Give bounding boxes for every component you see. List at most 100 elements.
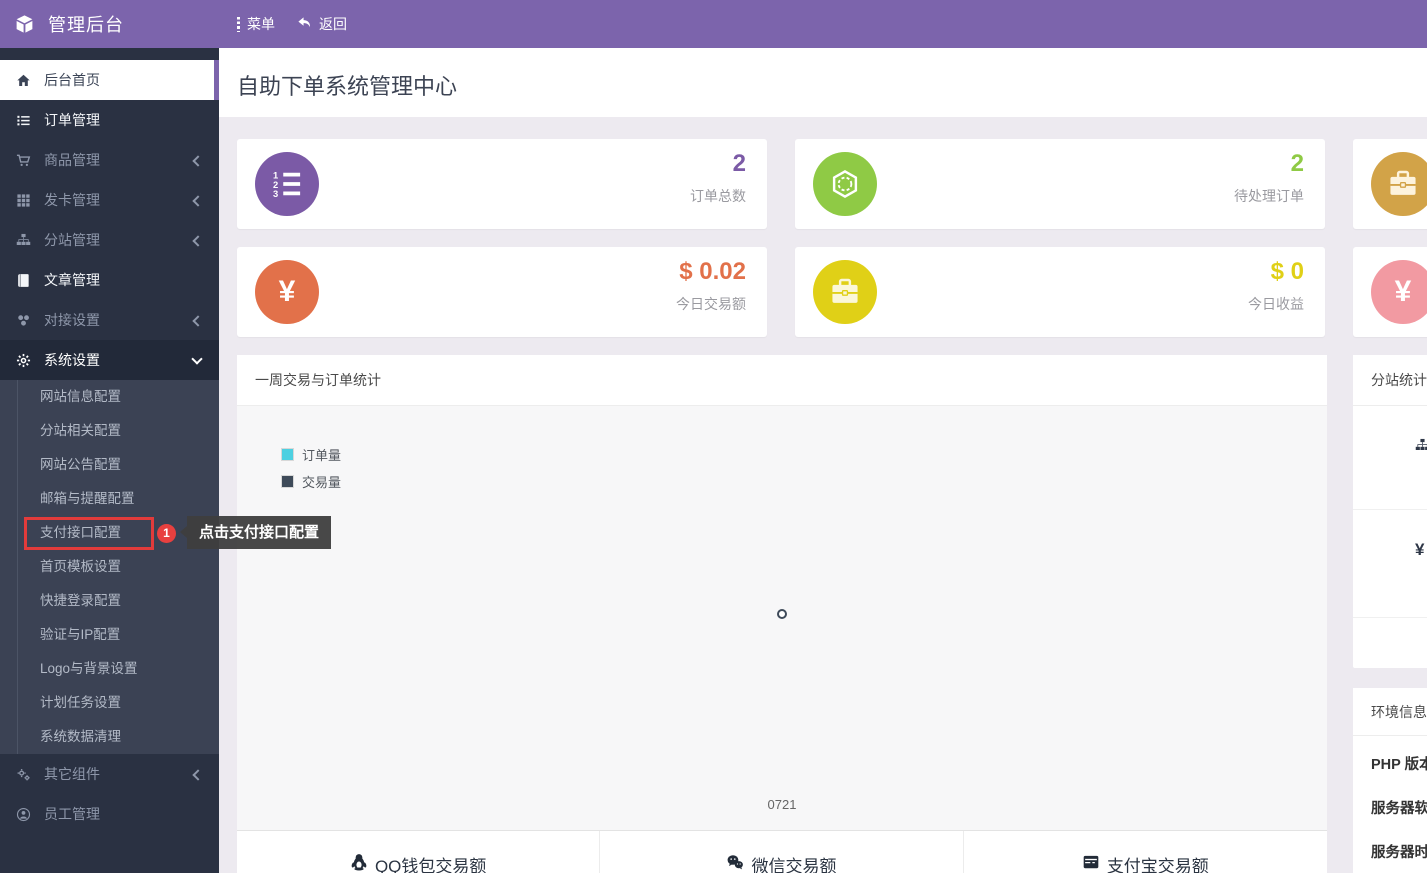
environment-info-panel: 环境信息 PHP 版本 服务器软 服务器时	[1353, 688, 1427, 873]
gears-icon	[15, 766, 32, 782]
sidebar-item-orders[interactable]: 订单管理	[0, 100, 219, 140]
briefcase-icon	[1371, 152, 1427, 216]
brand-title: 管理后台	[48, 15, 124, 35]
menu-toggle-button[interactable]: 菜单	[233, 0, 279, 48]
wechat-volume-link[interactable]: 微信交易额	[600, 831, 964, 873]
stat-label: 订单总数	[690, 188, 746, 204]
environment-panel-title: 环境信息	[1353, 688, 1427, 736]
legend-swatch-cyan	[281, 448, 294, 461]
submenu-item-cron-tasks[interactable]: 计划任务设置	[0, 686, 219, 720]
substation-stats-panel: 分站统计 ¥	[1353, 355, 1427, 668]
payment-stats-row: QQ钱包交易额 微信交易额 支付宝交易额	[237, 830, 1327, 873]
chevron-left-icon	[192, 236, 201, 245]
page-header: 自助下单系统管理中心	[219, 48, 1427, 117]
submenu-item-announcement[interactable]: 网站公告配置	[0, 448, 219, 482]
sitemap-icon	[15, 232, 32, 248]
legend-label: 交易量	[302, 475, 342, 490]
nodes-icon	[15, 312, 32, 328]
legend-item-volume[interactable]: 交易量	[281, 472, 341, 491]
yen-icon: ¥	[1371, 260, 1427, 324]
menu-label: 菜单	[247, 16, 275, 32]
submenu-item-mail-alert[interactable]: 邮箱与提醒配置	[0, 482, 219, 516]
env-row-server-time: 服务器时	[1371, 845, 1427, 861]
submenu-item-data-cleanup[interactable]: 系统数据清理	[0, 720, 219, 754]
footer-link-label: 微信交易额	[751, 857, 837, 873]
stat-card-total-orders: 123 2 订单总数	[237, 139, 767, 229]
submenu-item-site-info[interactable]: 网站信息配置	[0, 380, 219, 414]
list-icon	[15, 112, 32, 128]
sidebar: 后台首页 订单管理 商品管理 发卡管理 分站管理 文章管理 对接设置 系统设置 …	[0, 48, 219, 873]
cart-icon	[15, 152, 32, 168]
chevron-left-icon	[192, 316, 201, 325]
sidebar-item-articles[interactable]: 文章管理	[0, 260, 219, 300]
back-button[interactable]: 返回	[293, 0, 351, 48]
chart-panel-title: 一周交易与订单统计	[237, 355, 1327, 406]
annotation-highlight-box	[24, 517, 154, 550]
legend-item-orders[interactable]: 订单量	[281, 445, 341, 464]
sidebar-item-substations[interactable]: 分站管理	[0, 220, 219, 260]
qq-wallet-volume-link[interactable]: QQ钱包交易额	[237, 831, 601, 873]
sidebar-item-integration[interactable]: 对接设置	[0, 300, 219, 340]
sidebar-item-label: 发卡管理	[44, 192, 100, 208]
sidebar-item-label: 文章管理	[44, 272, 100, 288]
sidebar-item-system-settings[interactable]: 系统设置	[0, 340, 219, 380]
hexagon-gem-icon	[813, 152, 877, 216]
sidebar-item-label: 订单管理	[44, 112, 100, 128]
sidebar-item-label: 后台首页	[44, 72, 100, 88]
sidebar-item-home[interactable]: 后台首页	[0, 60, 219, 100]
chart-data-point[interactable]	[777, 609, 787, 619]
footer-link-label: QQ钱包交易额	[374, 857, 487, 873]
submenu-item-logo-background[interactable]: Logo与背景设置	[0, 652, 219, 686]
stat-value: $ 0	[1270, 258, 1304, 285]
stat-value: 2	[1290, 150, 1304, 177]
stat-card-partial-1	[1353, 139, 1427, 229]
grid-icon	[15, 192, 32, 208]
stat-label: 今日收益	[1248, 296, 1304, 312]
back-label: 返回	[319, 16, 347, 32]
env-row-server-software: 服务器软	[1371, 801, 1427, 817]
alipay-volume-link[interactable]: 支付宝交易额	[964, 831, 1327, 873]
submenu-item-home-template[interactable]: 首页模板设置	[0, 550, 219, 584]
stat-label: 待处理订单	[1234, 188, 1304, 204]
weekly-chart-panel: 一周交易与订单统计 订单量 交易量 0721	[237, 355, 1327, 830]
stat-card-partial-2: ¥	[1353, 247, 1427, 337]
ordered-list-icon: 123	[255, 152, 319, 216]
chevron-left-icon	[192, 770, 201, 779]
cube-logo-icon	[16, 14, 33, 33]
brand[interactable]: 管理后台	[0, 0, 219, 48]
stat-label: 今日交易额	[676, 296, 746, 312]
sidebar-item-label: 系统设置	[44, 352, 100, 368]
legend-swatch-dark	[281, 475, 294, 488]
annotation-step-badge: 1	[157, 524, 176, 543]
sidebar-item-label: 商品管理	[44, 152, 100, 168]
stat-card-today-volume: ¥ $ 0.02 今日交易额	[237, 247, 767, 337]
env-row-php-version: PHP 版本	[1371, 757, 1427, 773]
sidebar-item-products[interactable]: 商品管理	[0, 140, 219, 180]
admin-dashboard: 管理后台 菜单 返回 后台首页 订单管理 商品管理 发卡管理 分站管理 文章管理…	[0, 0, 1427, 873]
stat-card-today-profit: $ 0 今日收益	[795, 247, 1325, 337]
gear-icon	[15, 352, 32, 368]
sidebar-item-cards[interactable]: 发卡管理	[0, 180, 219, 220]
chevron-down-icon	[192, 356, 201, 365]
stat-value: $ 0.02	[679, 258, 746, 285]
qq-icon	[351, 854, 367, 871]
x-axis-tick: 0721	[767, 797, 797, 812]
annotation-tooltip: 点击支付接口配置	[179, 516, 332, 549]
stat-value: 2	[732, 150, 746, 177]
chevron-left-icon	[192, 156, 201, 165]
sidebar-item-staff[interactable]: 员工管理	[0, 794, 219, 834]
substation-row-balance: ¥	[1353, 510, 1427, 618]
reply-arrow-icon	[297, 15, 312, 33]
sidebar-item-label: 分站管理	[44, 232, 100, 248]
submenu-item-captcha-ip[interactable]: 验证与IP配置	[0, 618, 219, 652]
wechat-icon	[728, 855, 744, 870]
topbar: 管理后台 菜单 返回	[0, 0, 1427, 48]
yen-icon: ¥	[255, 260, 319, 324]
submenu-item-substation-config[interactable]: 分站相关配置	[0, 414, 219, 448]
svg-text:3: 3	[273, 189, 278, 199]
sidebar-item-label: 其它组件	[44, 766, 100, 782]
sidebar-item-other-components[interactable]: 其它组件	[0, 754, 219, 794]
substation-row-sites	[1353, 406, 1427, 510]
submenu-item-quick-login[interactable]: 快捷登录配置	[0, 584, 219, 618]
substation-panel-title: 分站统计	[1353, 355, 1427, 406]
